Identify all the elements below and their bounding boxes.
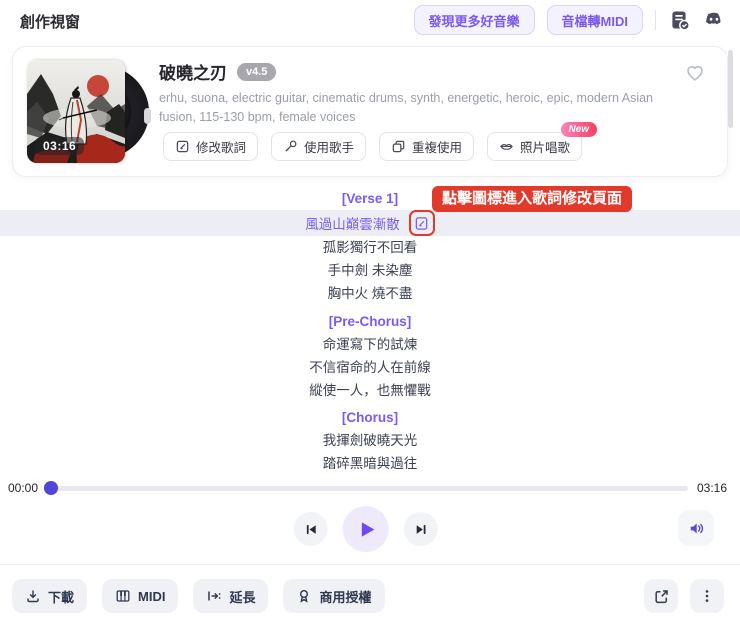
lyric-line: 手中劍 未染塵	[327, 263, 413, 278]
lyrics-panel: [Verse 1] 風過山巔雲漸散 孤影獨行不回看 手中劍 未染塵 胸中火 燒不…	[0, 188, 740, 475]
discord-icon[interactable]	[702, 9, 726, 31]
song-header: 破曉之刃 v4.5	[159, 59, 277, 84]
use-singer-button[interactable]: 使用歌手	[271, 132, 367, 161]
copy-icon	[391, 139, 406, 154]
play-button[interactable]	[342, 506, 389, 552]
midi-button[interactable]: MIDI	[102, 579, 179, 613]
open-external-button[interactable]	[644, 579, 678, 613]
lyric-line: 命運寫下的試煉	[322, 337, 418, 352]
download-label: 下載	[48, 589, 75, 605]
highlighted-lyric-text: 風過山巔雲漸散	[305, 217, 400, 232]
scrollbar-thumb[interactable]	[728, 50, 733, 128]
volume-icon	[690, 522, 703, 534]
reuse-label: 重複使用	[412, 141, 463, 155]
edit-lyrics-label: 修改歌詞	[196, 141, 247, 155]
reuse-button[interactable]: 重複使用	[379, 132, 475, 161]
previous-track-button[interactable]	[293, 512, 328, 546]
skip-next-icon	[416, 524, 425, 534]
use-singer-label: 使用歌手	[304, 141, 355, 155]
footer-toolbar: 下載 MIDI 延長 商用授權	[12, 579, 724, 613]
lyric-line: 不信宿命的人在前線	[309, 360, 431, 375]
vinyl-tab	[144, 108, 151, 124]
header: 創作視窗 發現更多好音樂 音檔轉MIDI	[0, 0, 740, 40]
piano-icon	[115, 588, 131, 604]
microphone-icon	[283, 139, 298, 154]
download-icon	[25, 588, 41, 604]
photo-sing-label: 照片唱歌	[520, 141, 571, 155]
annotation-banner: 點擊圖標進入歌詞修改頁面	[432, 186, 633, 212]
page-title: 創作視窗	[20, 14, 81, 31]
extend-arrow-icon	[206, 588, 222, 604]
player-controls	[0, 504, 740, 552]
audio-to-midi-button[interactable]: 音檔轉MIDI	[546, 5, 643, 35]
midi-label: MIDI	[138, 588, 166, 604]
lyric-line: 踏碎黑暗與過往	[322, 456, 418, 471]
task-list-icon[interactable]	[668, 9, 690, 31]
license-label: 商用授權	[319, 589, 372, 605]
album-art-wrapper: 03:16	[27, 60, 153, 164]
current-time: 00:00	[8, 481, 39, 495]
total-time: 03:16	[696, 481, 727, 495]
more-options-button[interactable]	[690, 579, 724, 613]
volume-button[interactable]	[678, 510, 714, 546]
lyric-line: 孤影獨行不回看	[322, 240, 418, 255]
song-title: 破曉之刃	[159, 64, 227, 83]
lyric-line: 胸中火 燒不盡	[327, 286, 413, 301]
progress-thumb[interactable]	[44, 481, 58, 495]
song-card: 03:16 破曉之刃 v4.5 erhu, suona, electric gu…	[12, 46, 728, 177]
license-button[interactable]: 商用授權	[283, 579, 385, 613]
song-action-bar: 修改歌詞 使用歌手 重複使用 照片唱歌 New	[163, 122, 598, 161]
lyric-edit-icon[interactable]	[408, 210, 435, 236]
heart-icon[interactable]	[685, 63, 705, 82]
version-badge: v4.5	[237, 62, 277, 81]
extend-button[interactable]: 延長	[193, 579, 269, 613]
external-link-icon	[654, 589, 668, 603]
photo-sing-button[interactable]: 照片唱歌 New	[487, 122, 598, 161]
edit-document-icon	[175, 139, 190, 154]
new-badge: New	[560, 122, 598, 137]
lyric-line: 我揮劍破曉天光	[322, 433, 418, 448]
highlighted-lyric-row[interactable]: 風過山巔雲漸散	[0, 210, 740, 236]
lips-icon	[499, 139, 514, 154]
extend-label: 延長	[229, 589, 256, 605]
next-track-button[interactable]	[403, 512, 438, 546]
progress-track[interactable]	[50, 486, 688, 491]
chorus-label: [Chorus]	[341, 410, 399, 425]
download-button[interactable]: 下載	[12, 579, 88, 613]
award-ribbon-icon	[296, 588, 312, 604]
lyric-line: 縱使一人，也無懼戰	[309, 383, 431, 398]
discover-music-button[interactable]: 發現更多好音樂	[413, 5, 535, 35]
footer-divider	[0, 564, 740, 565]
progress-row: 00:00 03:16	[0, 478, 740, 498]
song-description: erhu, suona, electric guitar, cinematic …	[159, 91, 653, 125]
duration-badge: 03:16	[35, 137, 85, 155]
kebab-menu-icon	[705, 590, 709, 602]
header-divider	[655, 10, 656, 30]
skip-previous-icon	[306, 524, 316, 534]
edit-lyrics-button[interactable]: 修改歌詞	[163, 132, 259, 161]
play-icon	[361, 521, 375, 537]
prechorus-label: [Pre-Chorus]	[328, 314, 412, 329]
header-actions: 發現更多好音樂 音檔轉MIDI	[413, 5, 726, 35]
